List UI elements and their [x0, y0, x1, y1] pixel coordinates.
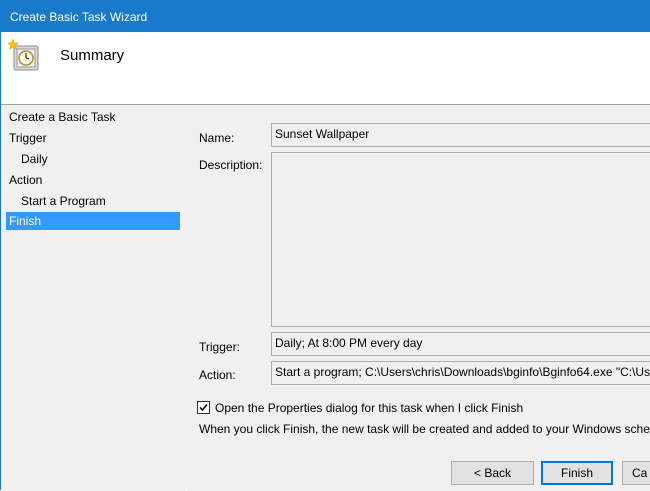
- wizard-window: Create Basic Task Wizard Summary Create …: [0, 0, 650, 491]
- page-title: Summary: [60, 47, 125, 64]
- trigger-value: Daily; At 8:00 PM every day: [275, 336, 423, 350]
- trigger-label: Trigger:: [199, 340, 240, 354]
- name-field[interactable]: Sunset Wallpaper: [271, 123, 650, 147]
- trigger-field[interactable]: Daily; At 8:00 PM every day: [271, 332, 650, 356]
- step-daily[interactable]: Daily: [21, 150, 179, 168]
- step-create-basic-task[interactable]: Create a Basic Task: [9, 108, 179, 126]
- step-action[interactable]: Action: [9, 171, 179, 189]
- step-label: Finish: [9, 214, 42, 228]
- description-label: Description:: [199, 158, 263, 172]
- step-start-a-program[interactable]: Start a Program: [21, 192, 179, 210]
- step-label: Trigger: [9, 131, 47, 145]
- checkmark-icon: [199, 404, 208, 412]
- action-label: Action:: [199, 368, 236, 382]
- step-finish[interactable]: Finish: [6, 212, 180, 230]
- summary-panel: Name: Sunset Wallpaper Description: Trig…: [187, 105, 650, 491]
- finish-note: When you click Finish, the new task will…: [199, 422, 650, 436]
- name-value: Sunset Wallpaper: [275, 127, 370, 141]
- open-properties-label[interactable]: Open the Properties dialog for this task…: [215, 401, 523, 415]
- window-title: Create Basic Task Wizard: [10, 10, 148, 24]
- finish-button[interactable]: Finish: [541, 461, 613, 485]
- step-label: Create a Basic Task: [9, 110, 116, 124]
- description-field[interactable]: [271, 152, 650, 327]
- action-field[interactable]: Start a program; C:\Users\chris\Download…: [271, 361, 650, 385]
- wizard-steps-sidebar: Create a Basic Task Trigger Daily Action…: [1, 105, 186, 491]
- wizard-header: Summary: [1, 32, 650, 104]
- name-label: Name:: [199, 131, 235, 145]
- back-button[interactable]: < Back: [451, 461, 534, 485]
- open-properties-checkbox[interactable]: [197, 401, 210, 414]
- step-label: Start a Program: [21, 194, 106, 208]
- step-trigger[interactable]: Trigger: [9, 129, 179, 147]
- clock-scheduler-icon: [6, 38, 42, 72]
- step-label: Action: [9, 173, 43, 187]
- title-bar[interactable]: Create Basic Task Wizard: [1, 1, 650, 32]
- action-value: Start a program; C:\Users\chris\Download…: [275, 365, 650, 379]
- step-label: Daily: [21, 152, 48, 166]
- cancel-button[interactable]: Ca: [622, 461, 650, 485]
